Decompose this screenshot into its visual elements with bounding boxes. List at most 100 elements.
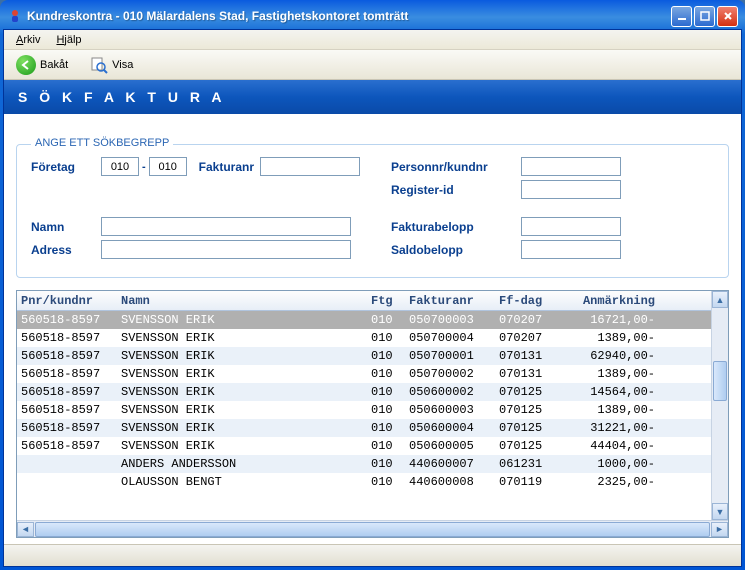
cell-anm: 44404,00- [563, 439, 659, 453]
cell-fnr: 050600002 [405, 385, 495, 399]
table-row[interactable]: 560518-8597SVENSSON ERIK0100506000040701… [17, 419, 711, 437]
table-row[interactable]: 560518-8597SVENSSON ERIK0100507000010701… [17, 347, 711, 365]
window-controls [671, 6, 738, 27]
page-title: S Ö K F A K T U R A [18, 89, 225, 105]
scroll-down-button[interactable]: ▼ [712, 503, 728, 520]
cell-ftg: 010 [367, 367, 405, 381]
vertical-scrollbar[interactable]: ▲ ▼ [711, 291, 728, 520]
cell-namn: ANDERS ANDERSSON [117, 457, 367, 471]
fakturabelopp-input[interactable] [521, 217, 621, 236]
cell-ftg: 010 [367, 457, 405, 471]
results-grid: Pnr/kundnr Namn Ftg Fakturanr Ff-dag Anm… [16, 290, 729, 538]
table-row[interactable]: 560518-8597SVENSSON ERIK0100507000020701… [17, 365, 711, 383]
cell-anm: 14564,00- [563, 385, 659, 399]
cell-namn: SVENSSON ERIK [117, 421, 367, 435]
cell-ftg: 010 [367, 331, 405, 345]
scroll-left-button[interactable]: ◄ [17, 522, 34, 537]
table-row[interactable]: 560518-8597SVENSSON ERIK0100506000030701… [17, 401, 711, 419]
cell-ftg: 010 [367, 475, 405, 489]
col-namn[interactable]: Namn [117, 294, 367, 308]
table-row[interactable]: 560518-8597SVENSSON ERIK0100506000020701… [17, 383, 711, 401]
back-arrow-icon [16, 55, 36, 75]
col-ftg[interactable]: Ftg [367, 294, 405, 308]
saldobelopp-input[interactable] [521, 240, 621, 259]
cell-fnr: 050700003 [405, 313, 495, 327]
registerid-label: Register-id [391, 183, 521, 197]
minimize-button[interactable] [671, 6, 692, 27]
maximize-button[interactable] [694, 6, 715, 27]
table-row[interactable]: ANDERS ANDERSSON0104406000070612311000,0… [17, 455, 711, 473]
cell-pnr: 560518-8597 [17, 349, 117, 363]
menu-arkiv[interactable]: Arkiv [8, 32, 48, 48]
cell-anm: 2325,00- [563, 475, 659, 489]
namn-label: Namn [31, 220, 101, 234]
cell-namn: SVENSSON ERIK [117, 331, 367, 345]
page-header: S Ö K F A K T U R A [4, 80, 741, 114]
cell-fnr: 050700001 [405, 349, 495, 363]
foretag-from-input[interactable] [101, 157, 139, 176]
close-button[interactable] [717, 6, 738, 27]
back-label: Bakåt [40, 59, 68, 71]
col-pnr[interactable]: Pnr/kundnr [17, 294, 117, 308]
horizontal-scrollbar[interactable]: ◄ ► [17, 520, 728, 537]
cell-anm: 1389,00- [563, 331, 659, 345]
scroll-up-button[interactable]: ▲ [712, 291, 728, 308]
cell-ffd: 070131 [495, 367, 563, 381]
search-legend: ANGE ETT SÖKBEGREPP [31, 137, 173, 149]
table-row[interactable]: OLAUSSON BENGT0104406000080701192325,00- [17, 473, 711, 491]
personnr-input[interactable] [521, 157, 621, 176]
window-title: Kundreskontra - 010 Mälardalens Stad, Fa… [27, 9, 671, 23]
cell-fnr: 440600007 [405, 457, 495, 471]
cell-namn: SVENSSON ERIK [117, 403, 367, 417]
fakturanr-label: Fakturanr [199, 160, 254, 174]
table-row[interactable]: 560518-8597SVENSSON ERIK0100506000050701… [17, 437, 711, 455]
menu-hjalp[interactable]: Hjälp [48, 32, 89, 48]
cell-ftg: 010 [367, 439, 405, 453]
app-icon [7, 8, 23, 24]
namn-input[interactable] [101, 217, 351, 236]
cell-ftg: 010 [367, 349, 405, 363]
cell-ffd: 070207 [495, 331, 563, 345]
cell-pnr: 560518-8597 [17, 439, 117, 453]
cell-fnr: 050600004 [405, 421, 495, 435]
foretag-to-input[interactable] [149, 157, 187, 176]
visa-button[interactable]: Visa [84, 54, 139, 76]
cell-fnr: 050700004 [405, 331, 495, 345]
cell-anm: 1000,00- [563, 457, 659, 471]
titlebar[interactable]: Kundreskontra - 010 Mälardalens Stad, Fa… [3, 3, 742, 29]
registerid-input[interactable] [521, 180, 621, 199]
fakturanr-input[interactable] [260, 157, 360, 176]
cell-ffd: 070125 [495, 439, 563, 453]
cell-namn: OLAUSSON BENGT [117, 475, 367, 489]
cell-namn: SVENSSON ERIK [117, 367, 367, 381]
menubar: Arkiv Hjälp [4, 30, 741, 50]
cell-fnr: 050600005 [405, 439, 495, 453]
back-button[interactable]: Bakåt [10, 53, 74, 77]
visa-label: Visa [112, 59, 133, 71]
toolbar: Bakåt Visa [4, 50, 741, 80]
scroll-right-button[interactable]: ► [711, 522, 728, 537]
cell-ffd: 070119 [495, 475, 563, 489]
col-fnr[interactable]: Fakturanr [405, 294, 495, 308]
search-fieldset: ANGE ETT SÖKBEGREPP Företag - Fakturanr [16, 144, 729, 278]
col-ffd[interactable]: Ff-dag [495, 294, 563, 308]
col-anm[interactable]: Anmärkning [563, 294, 659, 308]
cell-anm: 1389,00- [563, 367, 659, 381]
grid-body: 560518-8597SVENSSON ERIK0100507000030702… [17, 311, 711, 491]
cell-pnr: 560518-8597 [17, 313, 117, 327]
table-row[interactable]: 560518-8597SVENSSON ERIK0100507000040702… [17, 329, 711, 347]
client-area: Arkiv Hjälp Bakåt Visa S Ö K F A K T U R… [3, 29, 742, 567]
hscroll-thumb[interactable] [35, 522, 710, 537]
cell-anm: 16721,00- [563, 313, 659, 327]
cell-fnr: 050700002 [405, 367, 495, 381]
cell-anm: 62940,00- [563, 349, 659, 363]
cell-anm: 31221,00- [563, 421, 659, 435]
adress-input[interactable] [101, 240, 351, 259]
table-row[interactable]: 560518-8597SVENSSON ERIK0100507000030702… [17, 311, 711, 329]
cell-ffd: 070207 [495, 313, 563, 327]
cell-ftg: 010 [367, 403, 405, 417]
cell-pnr: 560518-8597 [17, 367, 117, 381]
cell-pnr: 560518-8597 [17, 421, 117, 435]
scroll-thumb[interactable] [713, 361, 727, 401]
grid-header: Pnr/kundnr Namn Ftg Fakturanr Ff-dag Anm… [17, 291, 711, 311]
